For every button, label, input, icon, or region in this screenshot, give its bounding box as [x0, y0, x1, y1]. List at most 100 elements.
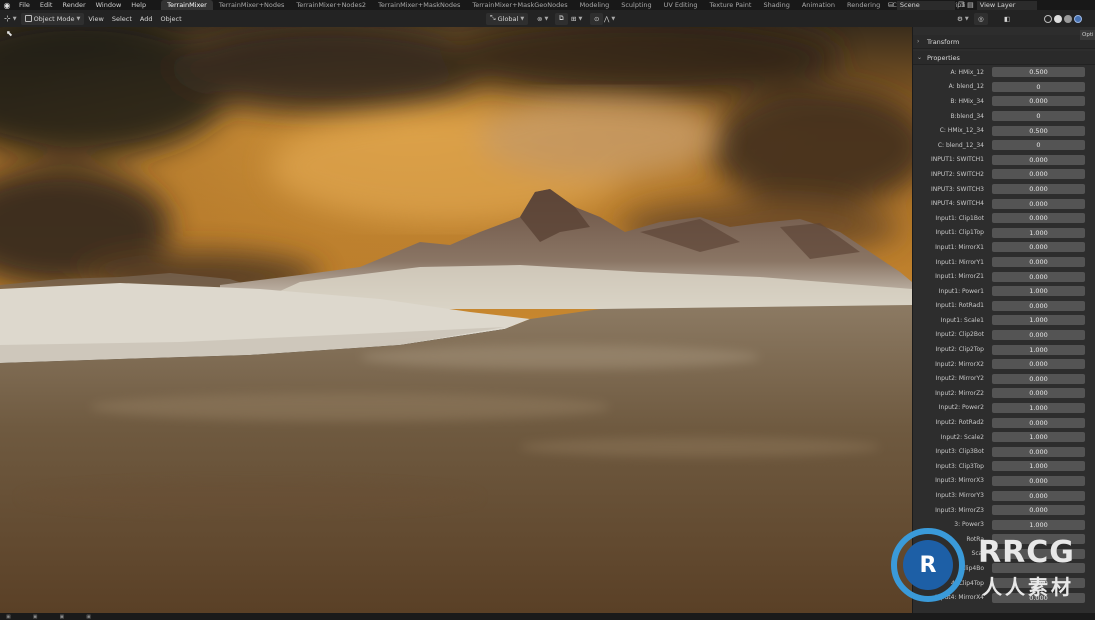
snap-icon: ⧉ — [559, 14, 564, 22]
property-value-field[interactable]: 0.000 — [992, 184, 1085, 195]
pivot-selector[interactable]: ⊚ ▼ — [533, 13, 552, 25]
property-value-field[interactable]: 0.000 — [992, 271, 1085, 282]
snap-target-selector[interactable]: ⊞ ▼ — [567, 13, 586, 25]
overlay-toggle[interactable]: ◎ — [974, 12, 988, 25]
material-shading-icon[interactable] — [1064, 14, 1072, 23]
tab-texture-paint[interactable]: Texture Paint — [704, 0, 758, 10]
properties-panel-header[interactable]: ⌄ Properties — [913, 51, 1095, 65]
property-value-field[interactable]: 1.000 — [992, 344, 1085, 355]
property-value-field[interactable]: 0.000 — [992, 329, 1085, 340]
property-value-field[interactable]: 0 — [992, 140, 1085, 151]
wireframe-shading-icon[interactable] — [1044, 14, 1052, 23]
property-value-field[interactable]: 0.000 — [992, 359, 1085, 370]
scene-field[interactable]: Scene — [896, 0, 955, 10]
view-layer-field[interactable]: View Layer — [976, 0, 1037, 10]
snap-toggle[interactable]: ⧉ — [555, 12, 568, 25]
falloff-selector[interactable]: ⋀ ▼ — [600, 13, 619, 25]
tab-shading[interactable]: Shading — [757, 0, 795, 10]
property-value-field[interactable]: 0.000 — [992, 373, 1085, 384]
property-label: Input1: Clip1Top — [935, 229, 984, 237]
tab-terrainmixer-nodes2[interactable]: TerrainMixer+Nodes2 — [290, 0, 372, 10]
property-value-field[interactable]: 0.000 — [992, 300, 1085, 311]
menu-add[interactable]: Add — [136, 13, 157, 25]
property-row: Input2: Clip2Bot 0.000 — [913, 328, 1095, 343]
tab-options[interactable]: Opti — [1080, 30, 1095, 40]
property-row: Input2: RotRad2 0.000 — [913, 415, 1095, 430]
property-value-field[interactable]: 0.000 — [992, 475, 1085, 486]
menu-view[interactable]: View — [84, 13, 107, 25]
svg-text:R: R — [920, 553, 937, 578]
property-value-field[interactable]: 1.000 — [992, 402, 1085, 413]
property-value-field[interactable]: 0 — [992, 81, 1085, 92]
tab-modeling[interactable]: Modeling — [574, 0, 616, 10]
property-value-field[interactable]: 0.000 — [992, 96, 1085, 107]
tab-terrainmixer-masknodes[interactable]: TerrainMixer+MaskNodes — [372, 0, 466, 10]
property-list: A: HMix_12 0.500 A: blend_12 0 B: HMix_34 0.0… — [913, 65, 1095, 605]
menu-window[interactable]: Window — [91, 0, 127, 10]
viewport-header: ⊹ ▼ Object Mode ▼ View Select Add Object … — [0, 10, 1095, 27]
property-row: Input3: MirrorX3 0.000 — [913, 474, 1095, 489]
editor-type-button[interactable]: ⊹ ▼ — [0, 13, 21, 25]
property-value-field[interactable]: 1.000 — [992, 315, 1085, 326]
property-value-field[interactable]: 0.500 — [992, 125, 1085, 136]
menu-select[interactable]: Select — [108, 13, 136, 25]
property-value-field[interactable]: 0.000 — [992, 257, 1085, 268]
mode-selector[interactable]: Object Mode ▼ — [20, 12, 85, 25]
menu-object[interactable]: Object — [156, 13, 185, 25]
chevron-down-icon: ▼ — [12, 15, 17, 22]
scene-icon[interactable]: ⛁ — [888, 1, 894, 9]
property-label: Input2: Clip2Bot — [935, 331, 984, 339]
property-value-field[interactable]: 0.000 — [992, 505, 1085, 516]
property-row: Input1: Scale1 1.000 — [913, 313, 1095, 328]
property-label: Input2: MirrorZ2 — [935, 389, 984, 397]
tab-terrainmixer-maskgeonodes[interactable]: TerrainMixer+MaskGeoNodes — [466, 0, 573, 10]
property-value-field[interactable]: 0.000 — [992, 198, 1085, 209]
chevron-down-icon: ▼ — [964, 15, 969, 22]
property-value-field[interactable]: 0.000 — [992, 242, 1085, 253]
property-value-field[interactable]: 1.000 — [992, 286, 1085, 297]
new-scene-icon[interactable]: ❐ — [958, 1, 964, 9]
property-row: Input1: Clip1Bot 0.000 — [913, 211, 1095, 226]
xray-toggle[interactable]: ◧ — [1000, 13, 1014, 25]
property-value-field[interactable]: 1.000 — [992, 461, 1085, 472]
menu-help[interactable]: Help — [126, 0, 151, 10]
property-label: C: HMix_12_34 — [939, 127, 984, 135]
tab-uv-editing[interactable]: UV Editing — [658, 0, 704, 10]
property-value-field[interactable]: 0.000 — [992, 388, 1085, 399]
property-value-field[interactable]: 0.000 — [992, 169, 1085, 180]
view-layer-icon[interactable]: ▤ — [967, 1, 974, 9]
blender-logo-icon[interactable]: ◉ — [0, 0, 14, 10]
transform-orientation-icon: ⤡ — [490, 14, 496, 22]
chevron-down-icon: ▼ — [611, 15, 616, 22]
rendered-shading-icon[interactable] — [1074, 14, 1082, 23]
shading-modes — [1040, 13, 1086, 25]
orientation-selector[interactable]: ⤡ Global ▼ — [486, 12, 529, 25]
menu-edit[interactable]: Edit — [35, 0, 58, 10]
property-row: C: HMix_12_34 0.500 — [913, 123, 1095, 138]
property-value-field[interactable]: 0.500 — [992, 67, 1085, 78]
menu-file[interactable]: File — [14, 0, 35, 10]
tab-sculpting[interactable]: Sculpting — [615, 0, 657, 10]
3d-viewport[interactable]: ⬉ — [0, 27, 912, 613]
property-value-field[interactable]: 1.000 — [992, 227, 1085, 238]
property-value-field[interactable]: 0.000 — [992, 213, 1085, 224]
transform-panel-header[interactable]: › Transform — [913, 35, 1095, 49]
cursor-tool-icon[interactable]: ⬉ — [6, 29, 13, 38]
property-label: Input3: MirrorX3 — [935, 477, 984, 485]
solid-shading-icon[interactable] — [1054, 14, 1062, 23]
property-value-field[interactable]: 0.000 — [992, 417, 1085, 428]
property-value-field[interactable]: 0.000 — [992, 154, 1085, 165]
property-label: B:blend_34 — [950, 112, 984, 120]
menu-render[interactable]: Render — [57, 0, 90, 10]
tab-rendering[interactable]: Rendering — [841, 0, 886, 10]
top-menu-bar: ◉ File Edit Render Window Help TerrainMi… — [0, 0, 1095, 10]
tab-animation[interactable]: Animation — [796, 0, 841, 10]
property-value-field[interactable]: 0.000 — [992, 446, 1085, 457]
property-value-field[interactable]: 0.000 — [992, 490, 1085, 501]
property-row: Input2: MirrorZ2 0.000 — [913, 386, 1095, 401]
property-value-field[interactable]: 1.000 — [992, 432, 1085, 443]
property-value-field[interactable]: 0 — [992, 111, 1085, 122]
gizmo-selector[interactable]: ⚙ ▼ — [953, 13, 973, 25]
tab-terrainmixer[interactable]: TerrainMixer — [161, 0, 213, 10]
tab-terrainmixer-nodes[interactable]: TerrainMixer+Nodes — [213, 0, 291, 10]
